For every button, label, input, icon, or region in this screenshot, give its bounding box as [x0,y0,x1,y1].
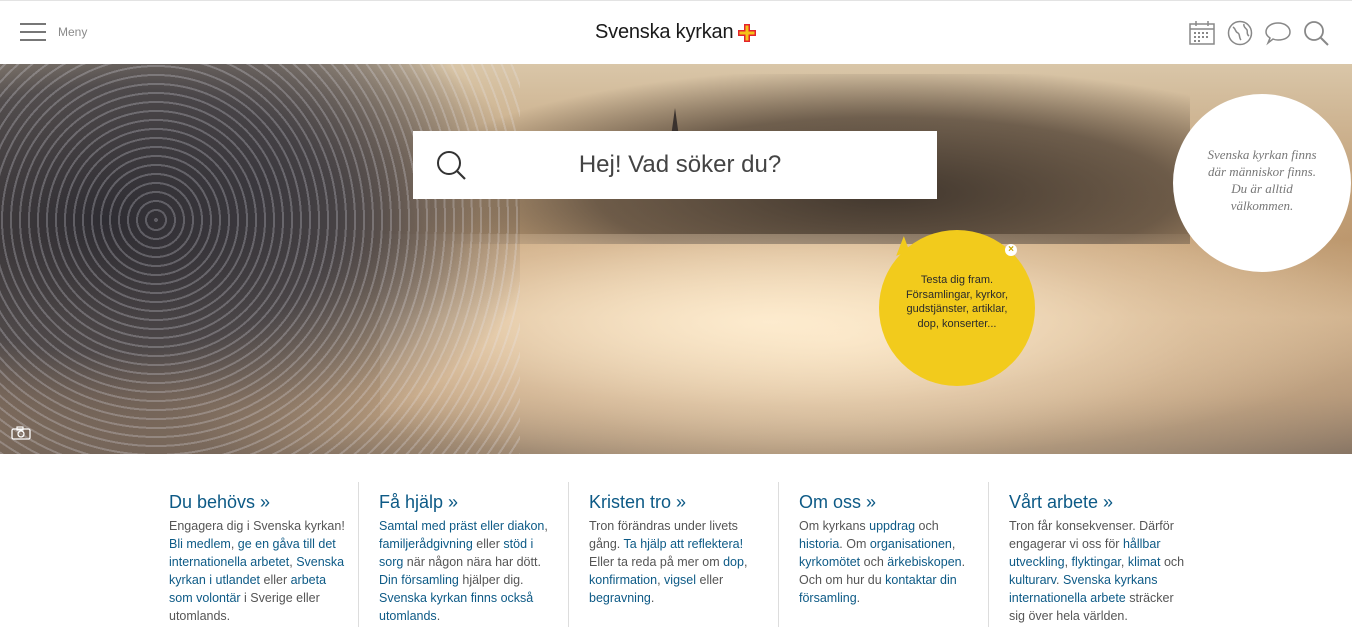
text-segment: . [856,591,861,605]
calendar-icon[interactable] [1188,19,1216,47]
inline-link[interactable]: flyktingar [1072,555,1121,569]
text-segment: hjälper dig. [458,573,524,587]
topic-title-link[interactable]: Du behövs » [169,492,348,513]
topic-column: Du behövs » Engagera dig i Svenska kyrka… [149,482,359,627]
text-segment: , [1064,555,1072,569]
globe-icon[interactable] [1226,19,1254,47]
topic-column: Om oss » Om kyrkans uppdrag och historia… [779,482,989,627]
text-segment: . [1056,573,1063,587]
inline-link[interactable]: Din församling [379,573,459,587]
text-segment: , [1120,555,1128,569]
hero-image [0,64,1352,454]
hamburger-icon [20,23,46,41]
topic-title-link[interactable]: Kristen tro » [589,492,768,513]
close-icon[interactable]: × [1005,244,1017,256]
welcome-circle: Svenska kyrkan finns där människor finns… [1173,94,1351,272]
text-segment: och [860,555,888,569]
text-segment: Eller ta reda på mer om [589,555,724,569]
inline-link[interactable]: kulturarv [1009,573,1056,587]
text-segment: , [230,537,238,551]
search-placeholder: Hej! Vad söker du? [578,151,782,178]
text-segment: Om kyrkans [799,519,870,533]
inline-link[interactable]: familjerådgivning [379,537,473,551]
menu-label: Meny [58,25,88,39]
text-segment: , [743,555,748,569]
text-segment: , [657,573,665,587]
text-segment: . Om [839,537,870,551]
inline-link[interactable]: begravning [589,591,651,605]
inline-link[interactable]: dop [723,555,744,569]
search-tip-text: Testa dig fram. Församlingar, kyrkor, gu… [905,274,1009,330]
inline-link[interactable]: klimat [1128,555,1161,569]
inline-link[interactable]: konfirmation [589,573,657,587]
inline-link[interactable]: Samtal med präst eller diakon [379,519,544,533]
text-segment: och [1160,555,1185,569]
inline-link[interactable]: Svenska kyrkan finns också [379,591,533,605]
inline-link[interactable]: kyrkomötet [799,555,860,569]
text-segment: och [915,519,939,533]
topic-columns: Du behövs » Engagera dig i Svenska kyrka… [149,482,1209,627]
topic-text: Tron får konsekvenser. Därför engagerar … [1009,517,1189,625]
search-icon[interactable] [1302,19,1330,47]
topic-column: Kristen tro » Tron förändras under livet… [569,482,779,627]
text-segment: . [436,609,441,623]
site-header: Meny Svenska kyrkan [0,0,1352,64]
hero-snowy-trees [0,64,520,454]
topic-text: Tron förändras under livets gång. Ta hjä… [589,517,768,607]
topic-text: Samtal med präst eller diakon, familjerå… [379,517,558,625]
text-segment: Engagera dig i Svenska kyrkan! [169,519,345,533]
text-segment: , [951,537,956,551]
topic-title-link[interactable]: Få hjälp » [379,492,558,513]
topic-text: Om kyrkans uppdrag och historia. Om orga… [799,517,978,607]
inline-link[interactable]: organisationen [870,537,952,551]
text-segment: eller [472,537,504,551]
inline-link[interactable]: historia [799,537,839,551]
text-segment: . [650,591,655,605]
inline-link[interactable]: ärkebiskopen [887,555,961,569]
header-icons [1188,19,1330,47]
inline-link[interactable]: Ta hjälp att reflektera! [624,537,744,551]
logo-text: Svenska kyrkan [595,21,734,43]
hero-mist [380,234,1352,454]
inline-link[interactable]: utomlands [379,609,437,623]
camera-icon[interactable] [11,426,31,440]
text-segment: eller [260,573,291,587]
welcome-text: Svenska kyrkan finns där människor finns… [1207,147,1317,213]
topic-column: Få hjälp » Samtal med präst eller diakon… [359,482,569,627]
inline-link[interactable]: vigsel [664,573,696,587]
inline-link[interactable]: uppdrag [869,519,915,533]
text-segment: , [544,519,548,533]
topic-text: Engagera dig i Svenska kyrkan! Bli medle… [169,517,348,625]
logo[interactable]: Svenska kyrkan [595,21,757,44]
inline-link[interactable]: Bli medlem [169,537,231,551]
topic-column: Vårt arbete » Tron får konsekvenser. Där… [989,482,1199,627]
hero-search-box[interactable]: Hej! Vad söker du? [413,131,937,199]
church-cross-logo-icon [738,23,757,42]
chat-icon[interactable] [1264,19,1292,47]
topic-title-link[interactable]: Om oss » [799,492,978,513]
text-segment: när någon nära har dött. [403,555,541,569]
topic-title-link[interactable]: Vårt arbete » [1009,492,1189,513]
text-segment: eller [696,573,724,587]
menu-button[interactable]: Meny [20,23,87,41]
